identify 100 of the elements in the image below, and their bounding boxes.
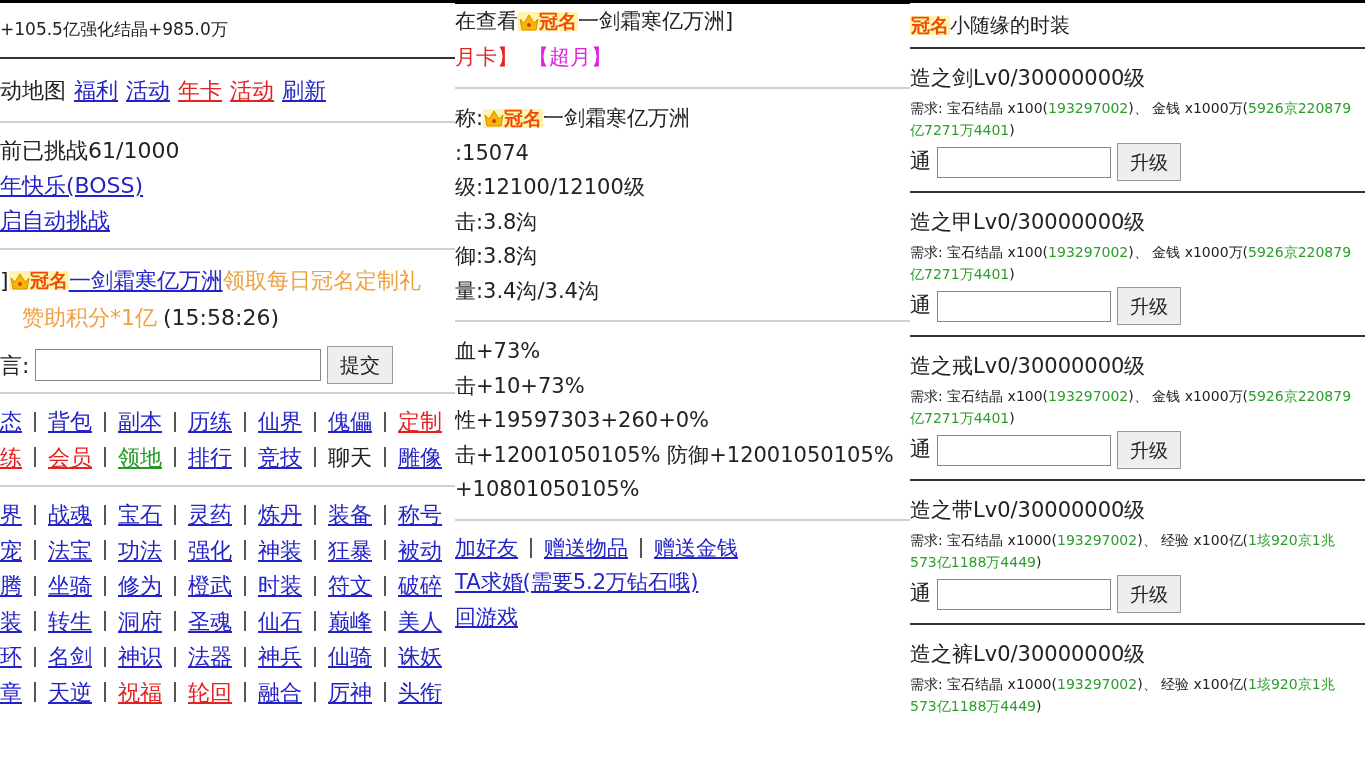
- action-link[interactable]: TA求婚(需要5.2万钻石哦): [455, 565, 699, 600]
- menu-link[interactable]: 被动: [398, 532, 442, 568]
- map-label: 动地图: [0, 76, 66, 105]
- menu-link[interactable]: 炼丹: [258, 497, 302, 533]
- menu-link[interactable]: 练: [0, 439, 22, 475]
- menu-link[interactable]: 态: [0, 404, 22, 440]
- menu-link[interactable]: 会员: [48, 439, 92, 475]
- menu-link[interactable]: 融合: [258, 674, 302, 710]
- menu-link[interactable]: 领地: [118, 439, 162, 475]
- menu-link[interactable]: 祝福: [118, 674, 162, 710]
- menu-link[interactable]: 破碎: [398, 568, 442, 604]
- upgrade-label: 通: [910, 292, 931, 320]
- upgrade-button[interactable]: 升级: [1117, 143, 1181, 181]
- menu-link[interactable]: 界: [0, 497, 22, 533]
- action-link[interactable]: 赠送金钱: [654, 530, 738, 565]
- page-title: 小随缘的时装: [950, 12, 1070, 39]
- upgrade-label: 通: [910, 580, 931, 608]
- amount-field[interactable]: [937, 578, 1111, 610]
- menu-link[interactable]: 狂暴: [328, 532, 372, 568]
- menu-link[interactable]: 装备: [328, 497, 372, 533]
- stat-line: 击:3.8沟: [455, 208, 539, 236]
- menu-link[interactable]: 法宝: [48, 532, 92, 568]
- menu-link[interactable]: 转生: [48, 603, 92, 639]
- menu-link[interactable]: 定制: [398, 404, 442, 440]
- menu-link[interactable]: 背包: [48, 404, 92, 440]
- amount-field[interactable]: [937, 146, 1111, 178]
- crown-icon: [519, 12, 539, 31]
- menu-link[interactable]: 名剑: [48, 639, 92, 675]
- menu-link[interactable]: 修为: [118, 568, 162, 604]
- menu-link[interactable]: 雕像: [398, 439, 442, 475]
- badge-label: 冠名: [504, 108, 543, 128]
- card-tag: 【超月】: [528, 41, 612, 73]
- item-name: 造之裤Lv0/30000000级: [910, 641, 1147, 668]
- menu-link[interactable]: 功法: [118, 532, 162, 568]
- menu-link[interactable]: 宝石: [118, 497, 162, 533]
- message-field[interactable]: [35, 349, 322, 381]
- menu-link[interactable]: 法器: [188, 639, 232, 675]
- menu-link[interactable]: 强化: [188, 532, 232, 568]
- amount-field[interactable]: [937, 290, 1111, 322]
- menu-link[interactable]: 装: [0, 603, 22, 639]
- menu-link[interactable]: 头衔: [398, 674, 442, 710]
- menu-link[interactable]: 仙石: [258, 603, 302, 639]
- title-name: 一剑霜寒亿万洲: [543, 105, 691, 132]
- menu-link[interactable]: 轮回: [188, 674, 232, 710]
- menu-link[interactable]: 傀儡: [328, 404, 372, 440]
- upgrade-button[interactable]: 升级: [1117, 575, 1181, 613]
- action-link[interactable]: 赠送物品: [544, 530, 628, 565]
- challenge-status: 前已挑战61/1000: [0, 137, 181, 165]
- submit-button[interactable]: 提交: [327, 346, 394, 384]
- menu-link[interactable]: 洞府: [118, 603, 162, 639]
- upgrade-button[interactable]: 升级: [1117, 287, 1181, 325]
- challenge-link[interactable]: 启自动挑战: [0, 205, 455, 236]
- bonus-line: 血+73%: [455, 338, 542, 365]
- menu-link[interactable]: 仙界: [258, 404, 302, 440]
- action-link[interactable]: 回游戏: [455, 599, 518, 634]
- action-link[interactable]: 加好友: [455, 530, 518, 565]
- nav-link[interactable]: 活动: [126, 73, 170, 107]
- challenge-link[interactable]: 年快乐(BOSS): [0, 170, 455, 201]
- stat-line: 级:12100/12100级: [455, 174, 646, 201]
- reward-summary: +105.5亿强化结晶+985.0万: [0, 18, 228, 42]
- menu-link[interactable]: 时装: [258, 568, 302, 604]
- item-name: 造之剑Lv0/30000000级: [910, 65, 1147, 92]
- menu-link[interactable]: 仙骑: [328, 639, 372, 675]
- menu-link[interactable]: 战魂: [48, 497, 92, 533]
- card-tag: 月卡】: [455, 41, 518, 73]
- menu-link[interactable]: 历练: [188, 404, 232, 440]
- bonus-line: +10801050105%: [455, 476, 641, 503]
- menu-link[interactable]: 腾: [0, 568, 22, 604]
- menu-link[interactable]: 章: [0, 674, 22, 710]
- menu-link[interactable]: 神识: [118, 639, 162, 675]
- requirement-text: 需求: 宝石结晶 x100(193297002)、 金钱 x1000万(5926京220879亿7271万4401): [910, 243, 1353, 284]
- menu-link[interactable]: 天逆: [48, 674, 92, 710]
- item-name: 造之甲Lv0/30000000级: [910, 209, 1147, 236]
- menu-link[interactable]: 宠: [0, 532, 22, 568]
- upgrade-button[interactable]: 升级: [1117, 431, 1181, 469]
- nav-link[interactable]: 福利: [74, 73, 118, 107]
- menu-link[interactable]: 称号: [398, 497, 442, 533]
- menu-link[interactable]: 厉神: [328, 674, 372, 710]
- menu-link[interactable]: 橙武: [188, 568, 232, 604]
- viewing-label: 在查看: [455, 8, 518, 35]
- menu-link[interactable]: 副本: [118, 404, 162, 440]
- menu-link[interactable]: 神装: [258, 532, 302, 568]
- nav-link[interactable]: 刷新: [282, 73, 326, 107]
- item-name: 造之戒Lv0/30000000级: [910, 353, 1147, 380]
- menu-link[interactable]: 诛妖: [398, 639, 442, 675]
- menu-link[interactable]: 符文: [328, 568, 372, 604]
- menu-link[interactable]: 坐骑: [48, 568, 92, 604]
- menu-link[interactable]: 美人: [398, 603, 442, 639]
- menu-link[interactable]: 圣魂: [188, 603, 232, 639]
- menu-link[interactable]: 巅峰: [328, 603, 372, 639]
- player-link[interactable]: 一剑霜寒亿万洲: [68, 264, 223, 297]
- menu-link[interactable]: 灵药: [188, 497, 232, 533]
- amount-field[interactable]: [937, 434, 1111, 466]
- notice-message: 领取每日冠名定制礼: [222, 267, 421, 295]
- menu-link[interactable]: 环: [0, 639, 22, 675]
- menu-link[interactable]: 排行: [188, 439, 232, 475]
- nav-link[interactable]: 年卡: [178, 73, 222, 107]
- menu-link[interactable]: 神兵: [258, 639, 302, 675]
- menu-link[interactable]: 竞技: [258, 439, 302, 475]
- nav-link[interactable]: 活动: [230, 73, 274, 107]
